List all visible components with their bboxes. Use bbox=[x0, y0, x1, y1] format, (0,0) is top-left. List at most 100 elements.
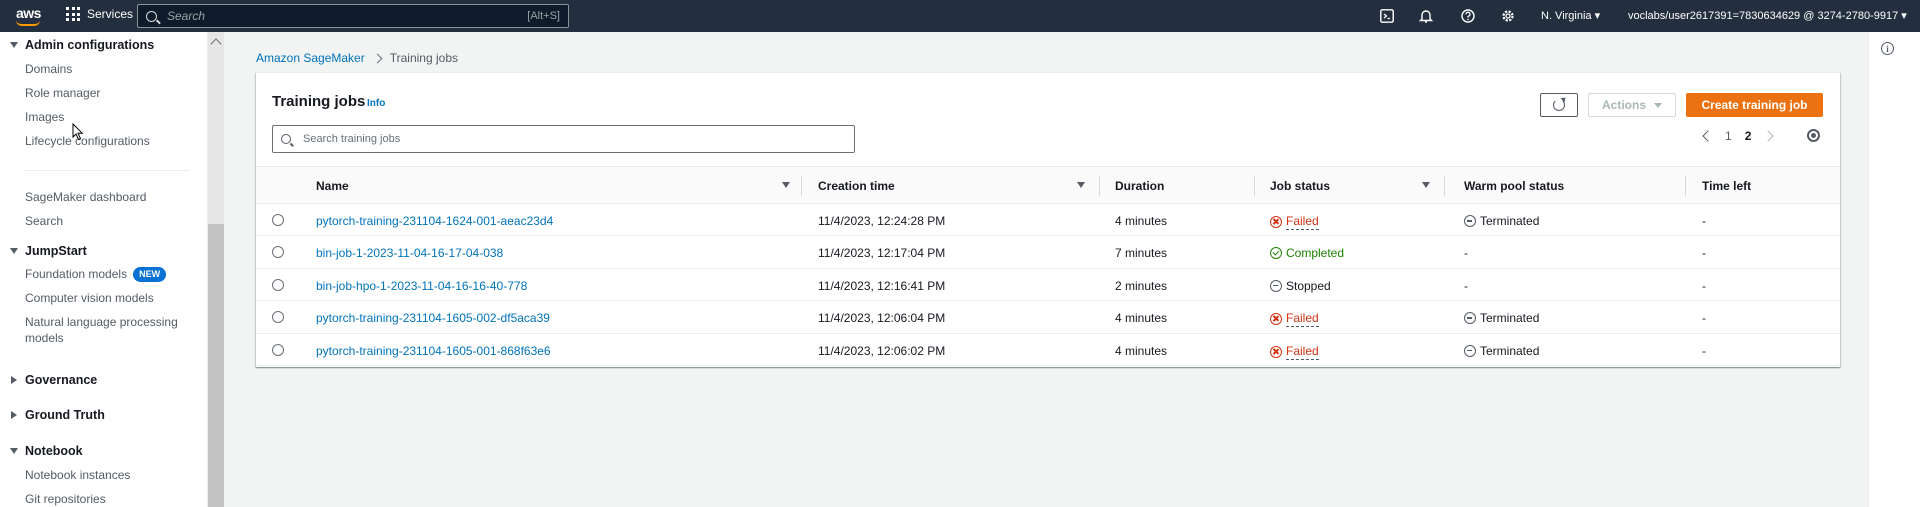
row-select-radio[interactable] bbox=[272, 343, 284, 356]
table-preferences-gear-icon[interactable] bbox=[1807, 129, 1820, 142]
sidebar-item-search[interactable]: Search bbox=[25, 213, 63, 229]
account-menu[interactable]: voclabs/user2617391=7830634629 @ 3274-27… bbox=[1628, 9, 1907, 22]
job-name-link[interactable]: pytorch-training-231104-1605-001-868f63e… bbox=[316, 344, 551, 358]
table-row[interactable]: pytorch-training-231104-1605-001-868f63e… bbox=[256, 334, 1840, 366]
success-icon bbox=[1270, 247, 1282, 260]
aws-logo[interactable]: aws bbox=[14, 4, 42, 28]
sidebar-item-nlp-models[interactable]: Natural language processing models bbox=[25, 314, 178, 346]
job-name-link[interactable]: bin-job-hpo-1-2023-11-04-16-16-40-778 bbox=[316, 279, 527, 293]
services-label: Services bbox=[87, 7, 134, 21]
region-selector[interactable]: N. Virginia ▾ bbox=[1541, 9, 1600, 22]
services-menu-button[interactable]: Services bbox=[66, 7, 133, 21]
job-name-link[interactable]: pytorch-training-231104-1624-001-aeac23d… bbox=[316, 214, 553, 228]
warm-pool-status: - bbox=[1464, 278, 1468, 293]
row-select-radio[interactable] bbox=[272, 278, 284, 291]
job-status[interactable]: Failed bbox=[1270, 344, 1319, 360]
table-row[interactable]: bin-job-1-2023-11-04-16-17-04-038 11/4/2… bbox=[256, 236, 1840, 269]
column-divider bbox=[1444, 176, 1445, 196]
sidebar-scrollbar[interactable] bbox=[208, 32, 224, 507]
row-select-radio[interactable] bbox=[272, 214, 284, 226]
time-left: - bbox=[1702, 343, 1706, 358]
help-panel-rail bbox=[1868, 32, 1920, 507]
time-left: - bbox=[1702, 214, 1706, 228]
breadcrumb-amazon-sagemaker[interactable]: Amazon SageMaker bbox=[256, 51, 365, 65]
search-placeholder: Search training jobs bbox=[303, 133, 401, 145]
sidebar-section-governance[interactable]: Governance bbox=[10, 373, 97, 387]
column-divider bbox=[1685, 176, 1686, 196]
warm-pool-status: Terminated bbox=[1464, 311, 1539, 325]
job-name-link[interactable]: bin-job-1-2023-11-04-16-17-04-038 bbox=[316, 246, 503, 260]
sidebar-navigation: Admin configurations Domains Role manage… bbox=[0, 32, 208, 507]
time-left: - bbox=[1702, 278, 1706, 293]
job-status[interactable]: Failed bbox=[1270, 311, 1319, 328]
sidebar-item-images[interactable]: Images bbox=[25, 109, 64, 125]
chevron-right-icon[interactable] bbox=[1762, 130, 1775, 142]
sidebar-section-admin-configurations[interactable]: Admin configurations bbox=[10, 38, 154, 52]
sidebar-item-git-repositories[interactable]: Git repositories bbox=[25, 491, 106, 507]
sort-icon[interactable] bbox=[1077, 182, 1085, 188]
warm-pool-status: - bbox=[1464, 246, 1468, 261]
sidebar-item-domains[interactable]: Domains bbox=[25, 61, 72, 77]
sidebar-item-sagemaker-dashboard[interactable]: SageMaker dashboard bbox=[25, 189, 146, 205]
page-1[interactable]: 1 bbox=[1725, 129, 1732, 143]
column-header-job-status[interactable]: Job status bbox=[1270, 179, 1330, 193]
sidebar-item-computer-vision-models[interactable]: Computer vision models bbox=[25, 290, 154, 306]
warm-pool-status: Terminated bbox=[1464, 344, 1539, 358]
sidebar-section-label: JumpStart bbox=[25, 244, 87, 258]
row-select-radio[interactable] bbox=[272, 246, 284, 259]
training-jobs-table: Name Creation time Duration Job status W… bbox=[256, 166, 1840, 366]
sort-icon[interactable] bbox=[1422, 182, 1430, 188]
training-jobs-search-input[interactable]: Search training jobs bbox=[272, 125, 855, 153]
table-row[interactable]: pytorch-training-231104-1624-001-aeac23d… bbox=[256, 204, 1840, 237]
sidebar-item-label: Foundation models bbox=[25, 267, 128, 281]
error-icon bbox=[1270, 216, 1282, 228]
sidebar-divider bbox=[25, 170, 190, 171]
caret-down-icon bbox=[10, 42, 18, 48]
sidebar-item-foundation-models[interactable]: Foundation models NEW bbox=[25, 266, 167, 283]
bell-icon[interactable] bbox=[1418, 8, 1434, 24]
column-header-name[interactable]: Name bbox=[316, 179, 349, 193]
stopped-icon bbox=[1464, 344, 1476, 357]
caret-down-icon bbox=[1654, 102, 1662, 108]
sidebar-section-label: Notebook bbox=[25, 444, 83, 458]
global-search-input[interactable]: Search [Alt+S] bbox=[137, 4, 569, 28]
info-icon[interactable]: i bbox=[1881, 42, 1894, 55]
column-header-duration[interactable]: Duration bbox=[1115, 179, 1164, 193]
sidebar-item-role-manager[interactable]: Role manager bbox=[25, 85, 100, 101]
job-status[interactable]: Failed bbox=[1270, 214, 1319, 230]
column-divider bbox=[1254, 176, 1255, 196]
sidebar-section-notebook[interactable]: Notebook bbox=[10, 444, 83, 458]
warm-pool-text: Terminated bbox=[1480, 311, 1540, 326]
row-select-radio[interactable] bbox=[272, 311, 284, 324]
help-icon[interactable] bbox=[1460, 8, 1476, 24]
sidebar-section-jumpstart[interactable]: JumpStart bbox=[10, 244, 87, 258]
duration: 4 minutes bbox=[1115, 214, 1168, 228]
grid-icon bbox=[66, 7, 80, 21]
refresh-button[interactable] bbox=[1540, 93, 1578, 117]
sort-icon[interactable] bbox=[782, 182, 790, 188]
actions-dropdown-button[interactable]: Actions bbox=[1588, 93, 1676, 117]
scrollbar-thumb[interactable] bbox=[208, 224, 224, 507]
column-header-time-left[interactable]: Time left bbox=[1702, 179, 1751, 193]
time-left: - bbox=[1702, 311, 1706, 326]
actions-label: Actions bbox=[1601, 98, 1646, 112]
chevron-left-icon[interactable] bbox=[1702, 130, 1714, 142]
column-header-creation-time[interactable]: Creation time bbox=[818, 179, 895, 193]
cloudshell-icon[interactable] bbox=[1379, 8, 1395, 24]
sidebar-item-lifecycle-configurations[interactable]: Lifecycle configurations bbox=[25, 133, 150, 149]
warm-pool-text: Terminated bbox=[1480, 343, 1540, 358]
breadcrumb: Amazon SageMaker Training jobs bbox=[256, 51, 458, 65]
creation-time: 11/4/2023, 12:24:28 PM bbox=[818, 214, 946, 228]
gear-icon[interactable] bbox=[1500, 8, 1516, 24]
table-row[interactable]: bin-job-hpo-1-2023-11-04-16-16-40-778 11… bbox=[256, 269, 1840, 302]
column-header-warm-pool-status[interactable]: Warm pool status bbox=[1464, 179, 1564, 193]
sidebar-section-ground-truth[interactable]: Ground Truth bbox=[10, 408, 105, 422]
page-2[interactable]: 2 bbox=[1745, 129, 1752, 143]
creation-time: 11/4/2023, 12:17:04 PM bbox=[818, 246, 946, 261]
job-name-link[interactable]: pytorch-training-231104-1605-002-df5aca3… bbox=[316, 311, 550, 325]
table-row[interactable]: pytorch-training-231104-1605-002-df5aca3… bbox=[256, 301, 1840, 334]
info-link[interactable]: Info bbox=[367, 98, 385, 109]
create-training-job-button[interactable]: Create training job bbox=[1686, 93, 1823, 117]
sidebar-item-notebook-instances[interactable]: Notebook instances bbox=[25, 467, 130, 483]
scroll-up-icon[interactable] bbox=[210, 38, 222, 50]
